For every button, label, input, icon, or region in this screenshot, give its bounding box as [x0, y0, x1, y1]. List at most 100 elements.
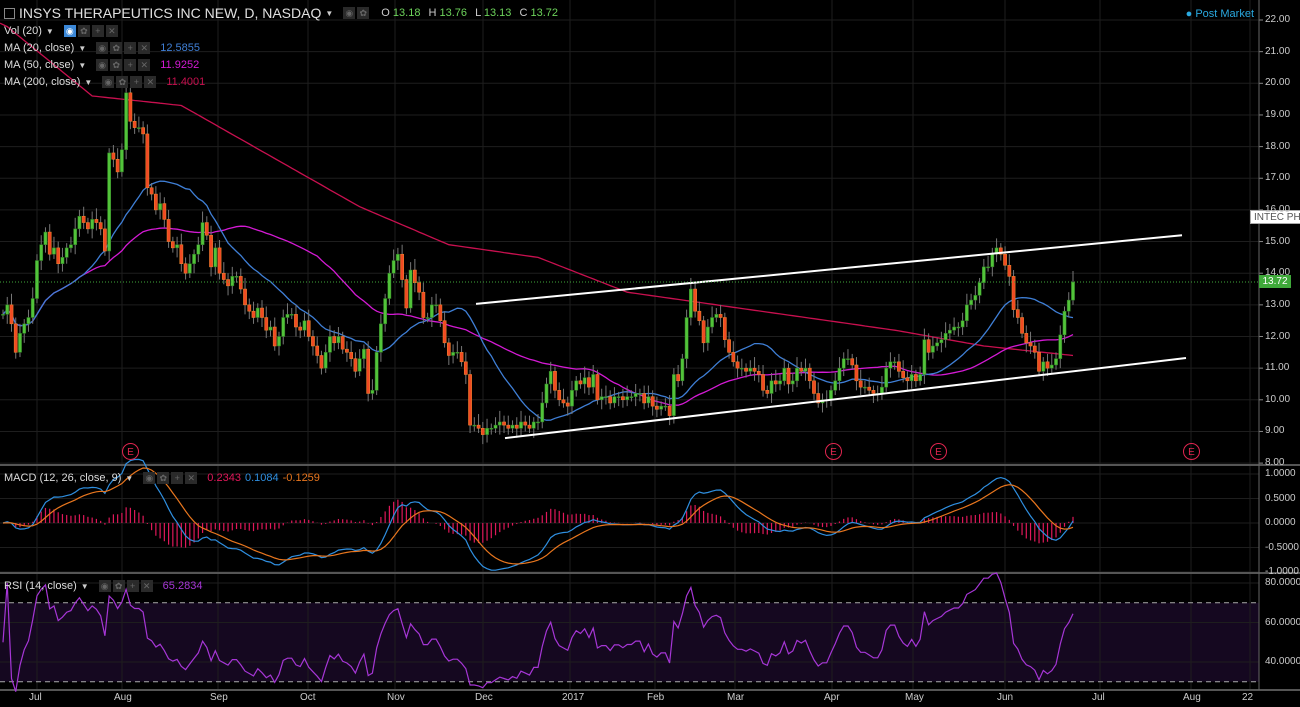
candle-body	[981, 266, 986, 283]
candle	[778, 374, 782, 391]
candle	[952, 317, 956, 335]
candle-body	[315, 345, 320, 356]
candle-body	[705, 326, 710, 344]
candle-body	[502, 421, 506, 426]
ma200-label[interactable]: MA (200, close)	[4, 76, 80, 88]
candle	[714, 308, 719, 323]
candle	[289, 308, 294, 320]
candle-body	[22, 323, 27, 334]
close-icon[interactable]: ✕	[138, 59, 151, 71]
time-axis-label: Aug	[114, 692, 132, 703]
earnings-marker[interactable]: E	[825, 443, 842, 460]
eye-icon[interactable]: ◉	[143, 472, 156, 484]
candle	[476, 414, 481, 434]
time-axis-label: 22	[1242, 692, 1254, 703]
candle-body	[655, 405, 659, 410]
price-chart[interactable]	[0, 0, 1300, 707]
plus-icon[interactable]: +	[91, 25, 104, 37]
candle	[455, 341, 460, 359]
candle-body	[187, 263, 192, 274]
candle	[684, 309, 689, 369]
eye-icon[interactable]: ◉	[96, 42, 109, 54]
candle	[1058, 325, 1063, 369]
candle	[1003, 246, 1007, 271]
candle	[408, 262, 413, 313]
close-icon[interactable]: ✕	[185, 472, 198, 484]
gear-icon[interactable]: ✿	[157, 472, 170, 484]
chevron-down-icon[interactable]: ▼	[84, 78, 92, 87]
ma50-label[interactable]: MA (50, close)	[4, 59, 74, 71]
chevron-down-icon[interactable]: ▼	[325, 9, 333, 18]
candle-body	[918, 374, 922, 382]
candle-body	[1028, 342, 1033, 347]
plus-icon[interactable]: +	[124, 59, 137, 71]
chevron-down-icon[interactable]: ▼	[78, 61, 86, 70]
chevron-down-icon[interactable]: ▼	[78, 44, 86, 53]
symbol-title[interactable]: INSYS THERAPEUTICS INC NEW, D, NASDAQ	[19, 5, 321, 21]
candle-body	[277, 336, 281, 347]
price-axis-label: 10.00	[1265, 393, 1291, 405]
chevron-down-icon[interactable]: ▼	[81, 582, 89, 591]
candle-body	[260, 307, 264, 318]
chevron-down-icon[interactable]: ▼	[125, 474, 133, 483]
candle-body	[137, 127, 141, 129]
candle	[888, 352, 893, 378]
plus-icon[interactable]: +	[124, 42, 137, 54]
plus-icon[interactable]: +	[171, 472, 184, 484]
gear-icon[interactable]: ✿	[110, 42, 123, 54]
gear-icon[interactable]: ✿	[357, 7, 370, 19]
rsi-label[interactable]: RSI (14, close)	[4, 580, 77, 592]
ma20-label[interactable]: MA (20, close)	[4, 42, 74, 54]
eye-icon[interactable]: ◉	[96, 59, 109, 71]
gear-icon[interactable]: ✿	[112, 580, 125, 592]
macd-axis-label: -1.0000	[1265, 566, 1299, 577]
candle	[332, 330, 337, 351]
candle-body	[141, 127, 145, 135]
eye-icon[interactable]: ◉	[102, 76, 115, 88]
candle-body	[625, 396, 630, 401]
candle-body	[128, 92, 133, 122]
close-icon[interactable]: ✕	[138, 42, 151, 54]
candle	[672, 368, 676, 424]
candle	[935, 338, 939, 351]
candle-body	[332, 336, 337, 344]
plus-icon[interactable]: +	[130, 76, 143, 88]
candle	[489, 423, 494, 435]
trend-line-upper	[475, 234, 1183, 305]
gear-icon[interactable]: ✿	[110, 59, 123, 71]
eye-icon[interactable]: ◉	[63, 25, 76, 37]
close-icon[interactable]: ✕	[105, 25, 118, 37]
gear-icon[interactable]: ✿	[116, 76, 129, 88]
gear-icon[interactable]: ✿	[77, 25, 90, 37]
earnings-marker[interactable]: E	[930, 443, 947, 460]
candle	[141, 121, 145, 144]
candle-body	[633, 393, 638, 397]
collapse-icon[interactable]	[4, 7, 15, 19]
candle-body	[778, 380, 782, 385]
candle	[145, 124, 150, 196]
candle	[52, 236, 56, 259]
macd-label[interactable]: MACD (12, 26, close, 9)	[4, 472, 121, 484]
candle	[442, 311, 447, 348]
candle-body	[565, 402, 570, 407]
candle	[854, 357, 859, 391]
candle	[90, 211, 95, 239]
earnings-marker[interactable]: E	[1183, 443, 1200, 460]
close-icon[interactable]: ✕	[140, 580, 153, 592]
vol-label[interactable]: Vol (20)	[4, 25, 42, 37]
candle-body	[289, 314, 294, 316]
earnings-marker[interactable]: E	[122, 443, 139, 460]
candle-body	[349, 352, 354, 359]
candle-body	[595, 374, 600, 401]
eye-icon[interactable]: ◉	[98, 580, 111, 592]
plus-icon[interactable]: +	[126, 580, 139, 592]
macd-axis-label: 1.0000	[1265, 468, 1296, 479]
candle-body	[39, 244, 44, 261]
candle-body	[468, 374, 472, 426]
candle-body	[438, 304, 443, 321]
candle	[349, 341, 354, 367]
chevron-down-icon[interactable]: ▼	[46, 27, 54, 36]
candle	[795, 357, 799, 388]
eye-icon[interactable]: ◉	[343, 7, 356, 19]
close-icon[interactable]: ✕	[144, 76, 157, 88]
